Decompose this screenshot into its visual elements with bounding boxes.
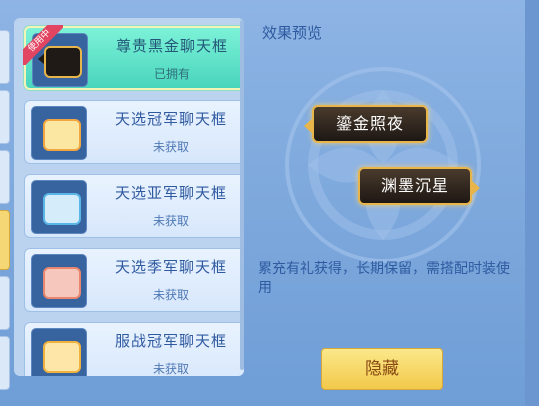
left-tab[interactable]: [0, 336, 10, 390]
hide-button[interactable]: 隐藏: [321, 348, 443, 390]
item-status: 未获取: [152, 288, 189, 302]
left-tab[interactable]: [0, 150, 10, 204]
item-status: 未获取: [152, 140, 189, 154]
item-name: 天选亚军聊天框: [114, 184, 227, 202]
list-scrollbar[interactable]: [240, 20, 244, 370]
left-tab[interactable]: [0, 30, 10, 84]
in-use-badge: 使用中: [23, 25, 63, 65]
frame-thumbnail: [31, 106, 87, 160]
list-item[interactable]: 服战冠军聊天框 未获取: [24, 322, 244, 376]
list-item[interactable]: 使用中 尊贵黑金聊天框 已拥有: [23, 25, 244, 90]
game-window: 使用中 尊贵黑金聊天框 已拥有 天选冠军聊天框 未获取 天选亚军聊天框 未获取 …: [0, 0, 539, 406]
left-tab[interactable]: [0, 90, 10, 144]
item-name: 服战冠军聊天框: [114, 332, 227, 350]
chat-bubble-icon: [43, 341, 81, 373]
preview-title: 效果预览: [262, 24, 323, 42]
list-item[interactable]: 天选亚军聊天框 未获取: [24, 174, 244, 238]
list-item[interactable]: 天选冠军聊天框 未获取: [24, 100, 244, 164]
bubble-tail-icon: [471, 180, 480, 196]
item-name: 尊贵黑金聊天框: [115, 37, 228, 55]
item-name: 天选冠军聊天框: [114, 110, 227, 128]
chat-bubble-icon: [43, 267, 81, 299]
item-name: 天选季军聊天框: [114, 258, 227, 276]
left-tab-strip: [0, 0, 14, 406]
left-tab-active[interactable]: [0, 210, 10, 270]
item-status: 已拥有: [153, 67, 190, 81]
frame-thumbnail: [31, 328, 87, 376]
chat-bubble-icon: [43, 193, 81, 225]
emblem-watermark-icon: [285, 67, 481, 263]
right-frame-edge: [525, 0, 539, 406]
preview-bubble-1: 鎏金照夜: [304, 105, 428, 143]
list-item[interactable]: 天选季军聊天框 未获取: [24, 248, 244, 312]
bubble-tail-icon: [304, 118, 313, 134]
frame-thumbnail: [31, 254, 87, 308]
frame-thumbnail: [31, 180, 87, 234]
item-status: 未获取: [152, 214, 189, 228]
item-status: 未获取: [152, 362, 189, 376]
preview-bubble-2: 渊墨沉星: [358, 167, 480, 205]
description-text: 累充有礼获得，长期保留，需搭配时装使用: [258, 261, 510, 296]
left-tab[interactable]: [0, 276, 10, 330]
chat-frame-list[interactable]: 使用中 尊贵黑金聊天框 已拥有 天选冠军聊天框 未获取 天选亚军聊天框 未获取 …: [14, 18, 244, 376]
chat-bubble-icon: [43, 119, 81, 151]
